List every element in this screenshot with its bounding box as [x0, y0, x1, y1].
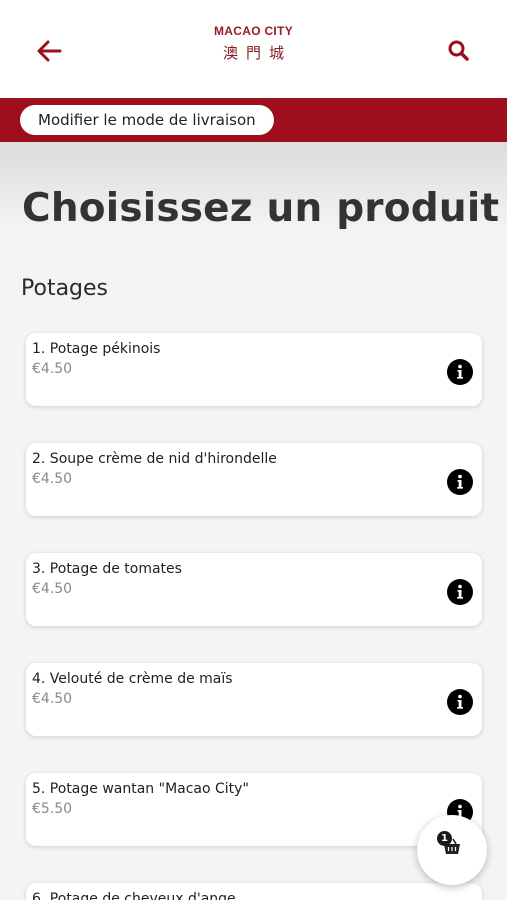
- product-card[interactable]: 3. Potage de tomates €4.50: [26, 553, 482, 626]
- info-icon[interactable]: [447, 469, 473, 495]
- logo-chinese-text: 澳門城: [222, 44, 292, 62]
- change-delivery-mode-button[interactable]: Modifier le mode de livraison: [20, 105, 274, 135]
- product-name: 1. Potage pékinois: [32, 341, 161, 357]
- product-name: 6. Potage de cheveux d'ange: [32, 891, 236, 900]
- product-card[interactable]: 5. Potage wantan "Macao City" €5.50: [26, 773, 482, 846]
- page-title: Choisissez un produit: [22, 186, 500, 231]
- product-price: €4.50: [32, 691, 73, 707]
- search-button[interactable]: [446, 38, 472, 64]
- app-header: MACAO CITY 澳門城: [0, 0, 507, 98]
- product-price: €4.50: [32, 581, 73, 597]
- product-price: €4.50: [32, 471, 73, 487]
- info-icon[interactable]: [447, 579, 473, 605]
- product-price: €5.50: [32, 801, 73, 817]
- info-icon[interactable]: [447, 689, 473, 715]
- product-card[interactable]: 6. Potage de cheveux d'ange: [26, 883, 482, 900]
- product-name: 3. Potage de tomates: [32, 561, 182, 577]
- brand-logo: MACAO CITY 澳門城: [0, 24, 507, 63]
- cart-button[interactable]: 1: [417, 815, 487, 885]
- cart-count-badge: 1: [437, 831, 452, 846]
- product-card[interactable]: 4. Velouté de crème de maïs €4.50: [26, 663, 482, 736]
- search-icon: [448, 40, 469, 61]
- section-title-potages: Potages: [21, 276, 109, 301]
- product-card[interactable]: 2. Soupe crème de nid d'hirondelle €4.50: [26, 443, 482, 516]
- info-icon[interactable]: [447, 359, 473, 385]
- product-name: 5. Potage wantan "Macao City": [32, 781, 249, 797]
- product-price: €4.50: [32, 361, 73, 377]
- product-card[interactable]: 1. Potage pékinois €4.50: [26, 333, 482, 406]
- product-name: 2. Soupe crème de nid d'hirondelle: [32, 451, 277, 467]
- product-name: 4. Velouté de crème de maïs: [32, 671, 233, 687]
- logo-text: MACAO CITY: [214, 24, 293, 38]
